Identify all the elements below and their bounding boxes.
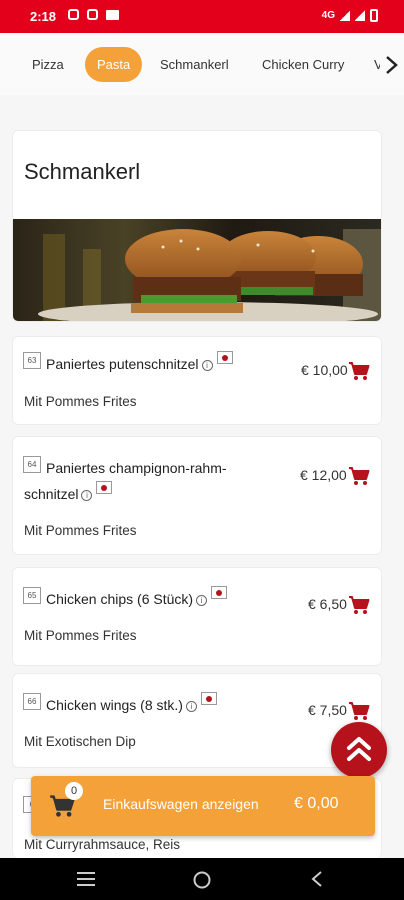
status-bar: 2:18 4G [0,0,404,33]
info-icon[interactable]: i [201,359,213,371]
item-number: 66 [23,693,41,710]
back-icon[interactable] [310,870,324,888]
cart-total: € 0,00 [294,795,339,812]
signal-icon [340,10,350,21]
recent-apps-icon[interactable] [76,870,96,888]
item-number: 65 [23,587,41,604]
add-to-cart-icon[interactable] [348,466,370,486]
tab-pizza[interactable]: Pizza [32,47,64,82]
system-icons: 4G [322,9,378,22]
system-navigation-bar [0,858,404,900]
info-icon[interactable]: i [185,700,197,712]
item-description: Mit Pommes Frites [24,523,137,538]
view-cart-button[interactable]: 0 Einkaufswagen anzeigen € 0,00 [31,776,375,836]
mail-icon [106,9,119,20]
item-description: Mit Pommes Frites [24,394,137,409]
allergen-flag-icon [96,481,113,494]
tab-schmankerl[interactable]: Schmankerl [160,47,229,82]
menu-item-card[interactable]: 65 Chicken chips (6 Stück) i Mit Pommes F… [12,567,382,666]
section-title: Schmankerl [24,159,141,184]
item-name: Paniertes putenschnitzel [46,356,199,372]
notification-app-icon [68,9,79,20]
item-price: € 12,00 [300,467,347,483]
allergen-flag-icon [216,351,233,364]
item-name-line: Chicken wings (8 stk.) i [46,692,217,718]
item-description: Mit Curryrahmsauce, Reis [24,837,181,852]
notification-icons [68,9,119,20]
item-number: 64 [23,456,41,473]
category-tab-bar: Pizza Pasta Schmankerl Chicken Curry V [0,33,404,95]
item-name-line: Chicken chips (6 Stück) i [46,586,228,612]
item-name-line-2: schnitzel i [24,481,113,507]
item-number: 63 [23,352,41,369]
item-price: € 10,00 [301,362,348,378]
tabs-scroll-right-icon[interactable] [380,51,404,79]
menu-item-card[interactable]: 64 Paniertes champignon-rahm- schnitzel i… [12,436,382,555]
section-header-card: Schmankerl [12,130,382,322]
tab-chicken-curry[interactable]: Chicken Curry [262,47,344,82]
item-price: € 6,50 [308,596,347,612]
info-icon[interactable]: i [81,489,93,501]
double-chevron-up-icon [347,737,371,761]
allergen-flag-icon [200,692,217,705]
allergen-flag-icon [211,586,228,599]
item-name-line: Paniertes champignon-rahm- [46,460,227,476]
menu-item-card[interactable]: 63 Paniertes putenschnitzel i Mit Pommes … [12,336,382,425]
status-time: 2:18 [30,9,57,24]
scroll-to-top-button[interactable] [331,722,387,778]
cart-count-badge: 0 [65,782,83,800]
burger-banner-image [13,219,381,321]
item-name: Chicken chips (6 Stück) [46,591,194,607]
info-icon[interactable]: i [196,594,208,606]
item-price: € 7,50 [308,702,347,718]
item-description: Mit Pommes Frites [24,628,137,643]
add-to-cart-icon[interactable] [348,595,370,615]
add-to-cart-icon[interactable] [348,361,370,381]
signal-icon-2 [355,10,365,21]
cart-label: Einkaufswagen anzeigen [103,796,259,812]
network-type-label: 4G [321,10,335,21]
menu-item-card[interactable]: 66 Chicken wings (8 stk.) i Mit Exotische… [12,673,382,768]
item-name-line: Paniertes putenschnitzel i [46,351,233,377]
home-icon[interactable] [192,870,212,890]
item-name: Chicken wings (8 stk.) [46,697,183,713]
item-description: Mit Exotischen Dip [24,734,136,749]
add-to-cart-icon[interactable] [348,701,370,721]
item-name-continued: schnitzel [24,486,79,502]
notification-app-icon-2 [87,9,98,20]
battery-icon [370,9,378,22]
tab-pasta[interactable]: Pasta [85,47,143,82]
